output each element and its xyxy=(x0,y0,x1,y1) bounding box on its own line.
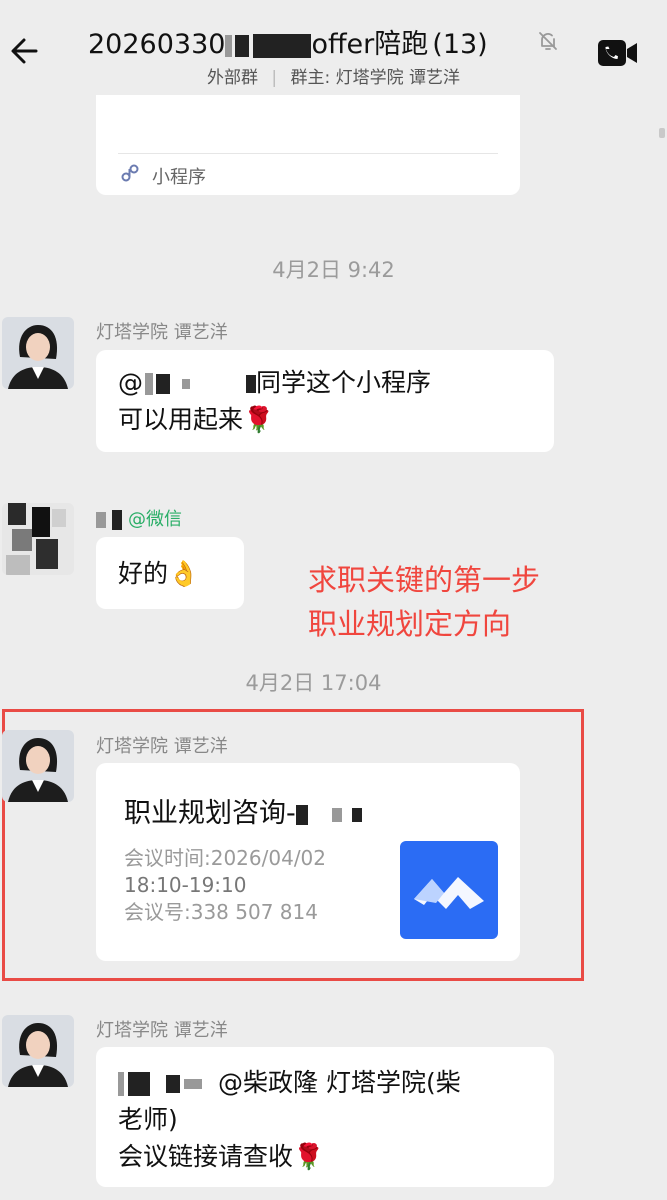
message-bubble[interactable]: @柴政隆 灯塔学院(柴 老师) 会议链接请查收🌹 xyxy=(96,1047,554,1187)
redaction xyxy=(253,33,312,58)
mini-program-icon xyxy=(121,164,139,182)
chat-title-prefix: 20260330 xyxy=(88,29,226,60)
wechat-tag: @微信 xyxy=(128,509,182,530)
redaction xyxy=(96,512,106,528)
chat-title[interactable]: 20260330 offer陪跑 (13) xyxy=(88,22,568,61)
chat-title-suffix: offer陪跑 xyxy=(311,29,429,60)
meeting-id: 会议号:338 507 814 xyxy=(124,900,318,924)
sender-name: @微信 xyxy=(96,505,182,531)
mini-program-card[interactable]: 小程序 xyxy=(96,95,520,195)
scrollbar-thumb[interactable] xyxy=(659,128,665,138)
redaction xyxy=(246,375,256,393)
avatar[interactable] xyxy=(2,1015,74,1087)
tencent-meeting-logo-icon xyxy=(400,841,498,939)
meeting-time: 会议时间:2026/04/02 xyxy=(124,846,327,870)
timestamp: 4月2日 9:42 xyxy=(272,258,395,282)
member-count: (13) xyxy=(432,29,488,60)
message-bubble[interactable]: @ 同学这个小程序 可以用起来🌹 xyxy=(96,350,554,452)
annotation-line: 职业规划定方向 xyxy=(308,607,512,641)
message-bubble[interactable]: 好的👌 xyxy=(96,537,244,609)
avatar[interactable] xyxy=(2,317,74,389)
annotation-text: 求职关键的第一步 职业规划定方向 xyxy=(308,558,540,646)
mention-at: @ xyxy=(118,368,143,397)
message-text: @柴政隆 灯塔学院(柴 老师) 会议链接请查收🌹 xyxy=(118,1064,461,1175)
avatar[interactable] xyxy=(2,730,74,802)
message-line: 好的 xyxy=(118,559,169,588)
meeting-card[interactable]: 职业规划咨询- 会议时间:2026/04/02 18:10-19:10 会议号:… xyxy=(96,763,520,961)
avatar[interactable] xyxy=(2,503,74,575)
redaction xyxy=(128,1072,150,1096)
meeting-title: 职业规划咨询- xyxy=(124,791,362,830)
rose-emoji: 🌹 xyxy=(293,1142,325,1171)
meeting-info: 会议时间:2026/04/02 18:10-19:10 会议号:338 507 … xyxy=(124,845,326,926)
ok-hand-emoji: 👌 xyxy=(168,559,200,588)
redaction xyxy=(235,34,250,57)
sender-name: 灯塔学院 谭艺洋 xyxy=(96,322,228,343)
subtitle-separator: | xyxy=(271,68,278,88)
redaction xyxy=(112,510,122,530)
group-owner: 群主: 灯塔学院 谭艺洋 xyxy=(290,68,461,88)
redaction xyxy=(156,374,170,394)
meeting-time-range: 18:10-19:10 xyxy=(124,873,247,897)
mini-program-label: 小程序 xyxy=(152,167,206,188)
rose-emoji: 🌹 xyxy=(243,405,275,434)
message-line: 可以用起来 xyxy=(118,405,244,434)
sender-name: 灯塔学院 谭艺洋 xyxy=(96,736,228,757)
chat-subtitle: 外部群 | 群主: 灯塔学院 谭艺洋 xyxy=(0,63,667,88)
divider xyxy=(118,153,498,154)
message-line: 老师) xyxy=(118,1105,178,1134)
redaction xyxy=(351,807,362,822)
redaction xyxy=(184,1079,202,1089)
sender-name: 灯塔学院 谭艺洋 xyxy=(96,1020,228,1041)
message-line: 会议链接请查收 xyxy=(118,1142,294,1171)
redaction xyxy=(182,379,190,389)
redaction xyxy=(118,1072,124,1096)
redaction xyxy=(166,1075,180,1093)
redaction xyxy=(225,34,233,57)
annotation-line: 求职关键的第一步 xyxy=(308,563,541,597)
redaction xyxy=(145,373,153,395)
external-group-tag: 外部群 xyxy=(206,68,258,88)
redaction xyxy=(331,807,342,822)
message-line: 同学这个小程序 xyxy=(256,368,432,397)
meeting-title-text: 职业规划咨询- xyxy=(124,798,296,829)
mute-bell-icon xyxy=(539,32,557,50)
message-text: @ 同学这个小程序 可以用起来🌹 xyxy=(118,364,431,438)
message-line: @柴政隆 灯塔学院(柴 xyxy=(218,1068,461,1097)
chat-header: 20260330 offer陪跑 (13) 外部群 | 群主: 灯塔学院 谭艺洋 xyxy=(0,0,667,98)
timestamp: 4月2日 17:04 xyxy=(245,671,382,695)
redaction xyxy=(295,804,308,825)
message-text: 好的👌 xyxy=(118,555,199,592)
